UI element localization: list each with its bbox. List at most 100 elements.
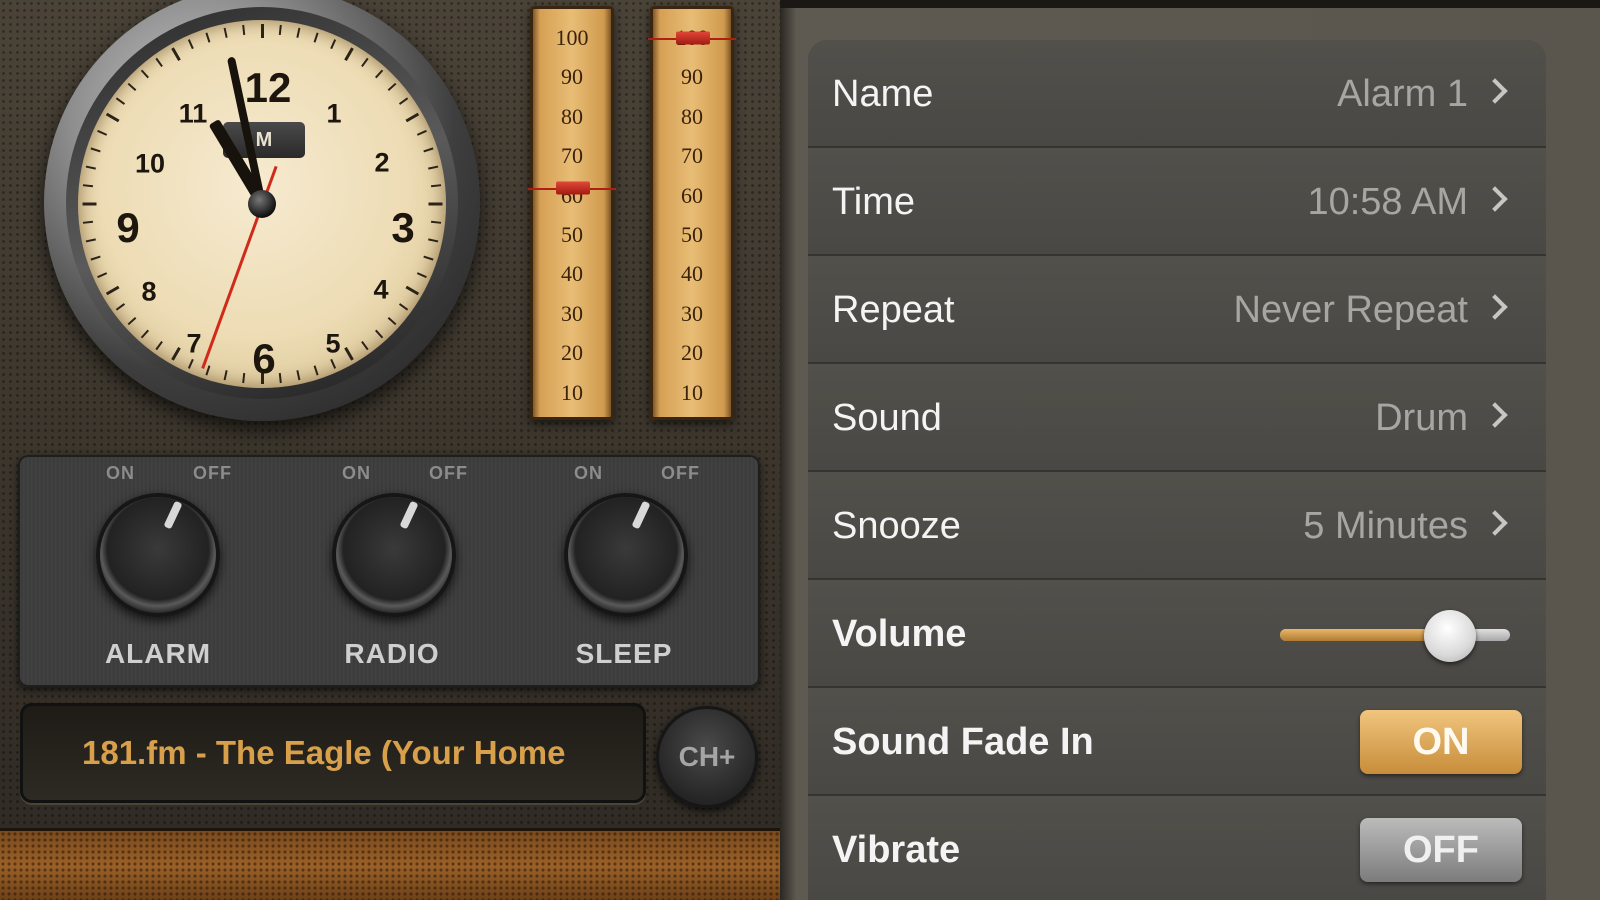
sound-fade-in-toggle[interactable]: ON bbox=[1360, 710, 1522, 774]
clock-numeral-5: 5 bbox=[325, 328, 341, 359]
clock-numeral-3: 3 bbox=[391, 204, 415, 251]
repeat-label: Repeat bbox=[832, 289, 955, 331]
chevron-right-icon bbox=[1482, 294, 1508, 320]
sleep-knob-group: ON OFF SLEEP bbox=[546, 455, 706, 687]
clock-tick bbox=[398, 303, 409, 311]
meter-scale-label: 30 bbox=[681, 300, 703, 326]
time-row[interactable]: Time 10:58 AM bbox=[808, 148, 1546, 256]
clock-numeral-10: 10 bbox=[134, 148, 166, 179]
meter-scale-label: 70 bbox=[561, 143, 583, 169]
sleep-knob-off-label: OFF bbox=[661, 463, 700, 483]
clock-center-pin bbox=[248, 190, 276, 218]
clock-tick bbox=[428, 202, 442, 206]
clock-tick bbox=[313, 365, 319, 376]
alarm-knob-off-label: OFF bbox=[193, 463, 232, 483]
meter-scale-label: 40 bbox=[561, 261, 583, 287]
vibrate-toggle[interactable]: OFF bbox=[1360, 818, 1522, 882]
clock-numeral-6: 6 bbox=[252, 335, 276, 382]
repeat-row[interactable]: Repeat Never Repeat bbox=[808, 256, 1546, 364]
vibrate-row: Vibrate OFF bbox=[808, 796, 1546, 900]
clock-tick bbox=[223, 370, 228, 381]
clock-tick bbox=[115, 97, 126, 105]
clock-tick bbox=[278, 24, 282, 36]
vibrate-label: Vibrate bbox=[832, 829, 961, 871]
clock-tick bbox=[187, 358, 194, 369]
sound-value: Drum bbox=[1375, 397, 1468, 439]
clock-numeral-7: 7 bbox=[186, 328, 202, 359]
knob-pointer-icon bbox=[399, 500, 419, 530]
sound-row[interactable]: Sound Drum bbox=[808, 364, 1546, 472]
clock-tick bbox=[242, 24, 246, 36]
clock-numeral-9: 9 bbox=[116, 204, 140, 251]
clock-tick bbox=[430, 184, 442, 188]
meter-scale-label: 10 bbox=[681, 379, 703, 405]
name-row[interactable]: Name Alarm 1 bbox=[808, 40, 1546, 148]
settings-list: Name Alarm 1 Time 10:58 AM Repeat Never … bbox=[808, 40, 1546, 900]
clock-tick bbox=[405, 285, 419, 296]
channel-next-button[interactable]: CH+ bbox=[656, 706, 758, 808]
clock-face: 12 1 2 3 4 5 6 7 8 9 10 11 M bbox=[78, 20, 446, 388]
clock-tick bbox=[82, 184, 94, 188]
clock-tick bbox=[387, 82, 397, 91]
clock-tick bbox=[170, 47, 181, 61]
sound-label: Sound bbox=[832, 397, 942, 439]
sleep-knob[interactable] bbox=[564, 493, 688, 617]
clock-tick bbox=[430, 220, 442, 224]
clock-tick bbox=[170, 347, 181, 361]
clock-tick bbox=[82, 220, 94, 224]
meter-scale-label: 60 bbox=[681, 182, 703, 208]
radio-panel: 12 1 2 3 4 5 6 7 8 9 10 11 M 100 90 80 70 60… bbox=[0, 0, 800, 900]
clock-tick bbox=[242, 372, 246, 384]
clock-tick bbox=[416, 129, 427, 136]
clock-tick bbox=[343, 47, 354, 61]
clock-tick bbox=[387, 317, 397, 326]
meter-marker bbox=[676, 31, 710, 45]
clock-tick bbox=[140, 69, 149, 79]
radio-knob-group: ON OFF RADIO bbox=[314, 455, 474, 687]
meter-scale-label: 50 bbox=[561, 222, 583, 247]
clock-tick bbox=[85, 238, 96, 243]
alarm-knob-on-label: ON bbox=[106, 463, 135, 483]
snooze-value: 5 Minutes bbox=[1303, 505, 1468, 547]
radio-knob[interactable] bbox=[332, 493, 456, 617]
clock-tick bbox=[416, 272, 427, 279]
clock-tick bbox=[97, 272, 108, 279]
alarm-settings-panel: Name Alarm 1 Time 10:58 AM Repeat Never … bbox=[780, 0, 1600, 900]
clock-tick bbox=[343, 347, 354, 361]
sound-fade-in-label: Sound Fade In bbox=[832, 721, 1094, 763]
clock-tick bbox=[375, 69, 384, 79]
station-name: 181.fm - The Eagle (Your Home bbox=[82, 734, 566, 771]
clock-tick bbox=[278, 372, 282, 384]
clock-tick bbox=[127, 82, 137, 91]
meter-scale-label: 20 bbox=[681, 340, 703, 366]
clock-tick bbox=[205, 32, 211, 43]
volume-slider[interactable] bbox=[1280, 610, 1510, 662]
knob-pointer-icon bbox=[631, 500, 651, 530]
clock-tick bbox=[82, 202, 96, 206]
level-meter-right: 100908070605040302010 bbox=[648, 6, 736, 420]
repeat-value: Never Repeat bbox=[1233, 289, 1468, 331]
clock-numeral-1: 1 bbox=[326, 98, 342, 129]
clock-tick bbox=[405, 112, 419, 123]
alarm-knob[interactable] bbox=[96, 493, 220, 617]
meter-scale-label: 30 bbox=[561, 300, 583, 326]
clock-numeral-4: 4 bbox=[373, 274, 389, 305]
clock-tick bbox=[205, 365, 211, 376]
clock-tick bbox=[105, 112, 119, 123]
clock-tick bbox=[313, 32, 319, 43]
snooze-row[interactable]: Snooze 5 Minutes bbox=[808, 472, 1546, 580]
clock-tick bbox=[296, 370, 301, 381]
volume-thumb[interactable] bbox=[1424, 610, 1477, 662]
volume-row: Volume bbox=[808, 580, 1546, 688]
radio-knob-label: RADIO bbox=[344, 638, 440, 669]
meter-scale-label: 80 bbox=[561, 103, 583, 129]
clock-tick bbox=[260, 24, 264, 38]
clock-tick bbox=[223, 27, 228, 38]
alarm-knob-group: ON OFF ALARM bbox=[78, 455, 238, 687]
clock-tick bbox=[361, 340, 369, 351]
chevron-right-icon bbox=[1482, 78, 1508, 104]
clock-numeral-2: 2 bbox=[374, 147, 390, 178]
meter-scale-label: 90 bbox=[561, 64, 583, 90]
meter-scale-label: 70 bbox=[681, 143, 703, 169]
volume-label: Volume bbox=[832, 613, 967, 655]
